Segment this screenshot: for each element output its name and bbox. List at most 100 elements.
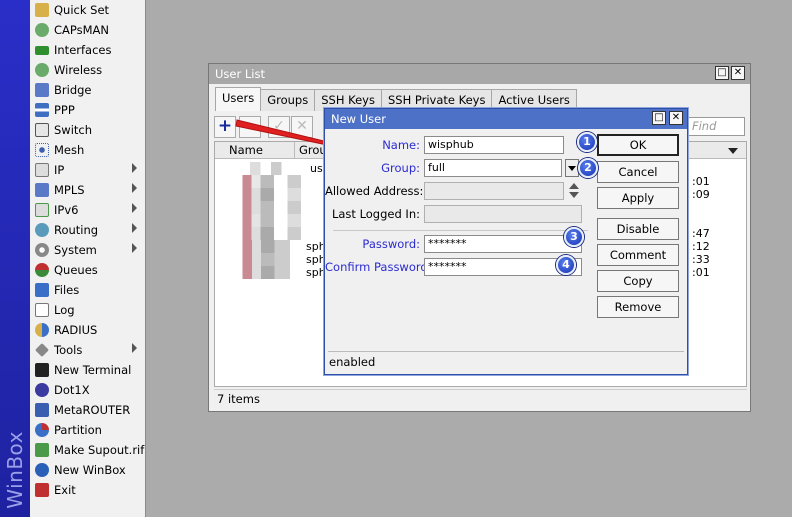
- group-cell: sph: [306, 253, 326, 266]
- main-menu: Quick Set CAPsMAN Interfaces Wireless Br…: [30, 0, 146, 517]
- new-user-status: enabled: [328, 351, 684, 370]
- menu-item-ip[interactable]: IP: [30, 160, 145, 180]
- maximize-button[interactable]: □: [715, 66, 729, 80]
- menu-item-mpls[interactable]: MPLS: [30, 180, 145, 200]
- menu-item-system[interactable]: System: [30, 240, 145, 260]
- new-user-titlebar[interactable]: New User □ ✕: [325, 109, 687, 129]
- menu-item-make-supout[interactable]: Make Supout.rif: [30, 440, 145, 460]
- last-logged-in-field: [424, 205, 582, 223]
- close-icon: ✕: [733, 67, 743, 78]
- exit-icon: [35, 483, 49, 497]
- ipv6-icon: [35, 203, 49, 217]
- interfaces-icon: [35, 45, 49, 55]
- blurred-cell: [229, 240, 305, 253]
- menu-item-tools[interactable]: Tools: [30, 340, 145, 360]
- submenu-arrow-icon: [132, 163, 137, 173]
- column-chooser-icon[interactable]: [728, 148, 738, 154]
- plus-icon: +: [217, 116, 233, 136]
- submenu-arrow-icon: [132, 223, 137, 233]
- step-badge-3: 3: [564, 227, 584, 247]
- dot1x-icon: [35, 383, 49, 397]
- enable-button[interactable]: ✓: [268, 116, 290, 138]
- group-label: Group:: [381, 161, 420, 175]
- bridge-icon: [35, 83, 49, 97]
- cross-icon: ✕: [296, 118, 308, 134]
- group-cell: sph: [306, 266, 326, 279]
- ip-icon: [35, 163, 49, 177]
- section-divider: [333, 230, 588, 231]
- winbox-icon: [35, 463, 49, 477]
- ppp-icon: [35, 103, 49, 117]
- gear-icon: [35, 243, 49, 257]
- maximize-icon: □: [654, 112, 664, 123]
- menu-item-capsman[interactable]: CAPsMAN: [30, 20, 145, 40]
- column-header-name[interactable]: Name: [225, 142, 295, 159]
- step-badge-1: 1: [577, 132, 597, 152]
- tools-icon: [35, 343, 49, 357]
- menu-item-mesh[interactable]: Mesh: [30, 140, 145, 160]
- group-select[interactable]: full: [424, 159, 562, 177]
- blurred-cell: [229, 162, 299, 175]
- menu-item-files[interactable]: Files: [30, 280, 145, 300]
- menu-item-log[interactable]: Log: [30, 300, 145, 320]
- new-user-title: New User: [331, 112, 386, 126]
- disable-button[interactable]: Disable: [597, 218, 679, 240]
- close-button[interactable]: ✕: [669, 111, 683, 125]
- tail-cell: :33: [692, 253, 710, 266]
- password-input[interactable]: *******: [424, 235, 582, 253]
- menu-item-new-winbox[interactable]: New WinBox: [30, 460, 145, 480]
- menu-item-ppp[interactable]: PPP: [30, 100, 145, 120]
- maximize-icon: □: [717, 67, 727, 78]
- menu-item-quick-set[interactable]: Quick Set: [30, 0, 145, 20]
- apply-button[interactable]: Apply: [597, 187, 679, 209]
- updown-arrows-icon[interactable]: [569, 182, 579, 200]
- log-icon: [35, 303, 49, 317]
- winbox-brand-strip: WinBox: [0, 0, 30, 517]
- tab-groups[interactable]: Groups: [260, 89, 316, 111]
- ok-button[interactable]: OK: [597, 134, 679, 156]
- menu-item-routing[interactable]: Routing: [30, 220, 145, 240]
- mesh-icon: [35, 143, 49, 157]
- user-list-title: User List: [215, 67, 265, 81]
- chevron-down-icon: [568, 166, 576, 171]
- menu-item-metarouter[interactable]: MetaROUTER: [30, 400, 145, 420]
- column-header-group[interactable]: Group: [295, 142, 334, 159]
- menu-item-wireless[interactable]: Wireless: [30, 60, 145, 80]
- maximize-button[interactable]: □: [652, 111, 666, 125]
- user-list-titlebar[interactable]: User List □ ✕: [209, 64, 750, 84]
- menu-item-bridge[interactable]: Bridge: [30, 80, 145, 100]
- remove-button[interactable]: Remove: [597, 296, 679, 318]
- group-cell: us: [310, 162, 323, 175]
- copy-button[interactable]: Copy: [597, 270, 679, 292]
- find-input[interactable]: Find: [687, 117, 745, 136]
- disable-button[interactable]: ✕: [291, 116, 313, 138]
- supout-icon: [35, 443, 49, 457]
- submenu-arrow-icon: [132, 343, 137, 353]
- menu-item-exit[interactable]: Exit: [30, 480, 145, 500]
- menu-item-interfaces[interactable]: Interfaces: [30, 40, 145, 60]
- menu-item-radius[interactable]: RADIUS: [30, 320, 145, 340]
- switch-icon: [35, 123, 49, 137]
- cancel-button[interactable]: Cancel: [597, 161, 679, 183]
- menu-item-new-terminal[interactable]: New Terminal: [30, 360, 145, 380]
- group-cell: sph: [306, 240, 326, 253]
- menu-item-dot1x[interactable]: Dot1X: [30, 380, 145, 400]
- menu-item-queues[interactable]: Queues: [30, 260, 145, 280]
- name-input[interactable]: wisphub: [424, 136, 564, 154]
- menu-item-partition[interactable]: Partition: [30, 420, 145, 440]
- routing-icon: [35, 223, 49, 237]
- blurred-cell: [229, 266, 305, 279]
- blurred-cell: [229, 201, 319, 214]
- remove-button[interactable]: −: [239, 116, 261, 138]
- tab-users[interactable]: Users: [215, 87, 262, 111]
- add-button[interactable]: +: [214, 116, 236, 138]
- new-user-dialog: New User □ ✕ Name: wisphub Group: full A…: [324, 108, 688, 375]
- close-button[interactable]: ✕: [731, 66, 745, 80]
- allowed-address-input[interactable]: [424, 182, 564, 200]
- group-dropdown-button[interactable]: [565, 159, 579, 177]
- menu-item-switch[interactable]: Switch: [30, 120, 145, 140]
- comment-button[interactable]: Comment: [597, 244, 679, 266]
- blurred-cell: [229, 253, 305, 266]
- menu-item-ipv6[interactable]: IPv6: [30, 200, 145, 220]
- check-icon: ✓: [273, 118, 285, 134]
